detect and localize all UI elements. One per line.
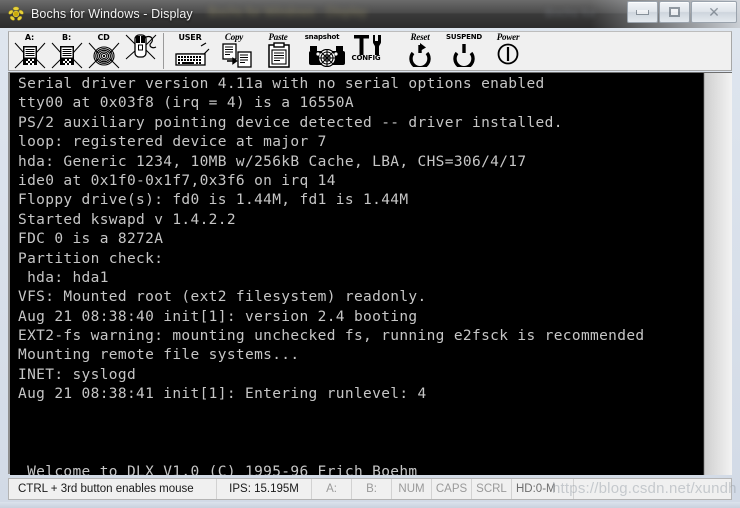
minimize-button[interactable] [627, 1, 658, 23]
maximize-icon [669, 7, 680, 17]
copy-button[interactable]: Copy [212, 32, 256, 70]
status-num-lock: NUM [392, 479, 432, 499]
terminal-line: ide0 at 0x1f0-0x1f7,0x3f6 on irq 14 [18, 172, 336, 189]
suspend-label: SUSPEND [446, 33, 482, 41]
cdrom-button[interactable]: CD [85, 32, 122, 70]
title-bar[interactable]: Bochs for Windows - Display Bochs for Bo… [0, 0, 740, 28]
title-ghost-blur: Bochs for Windows - Display [208, 5, 368, 19]
status-bar: CTRL + 3rd button enables mouse IPS: 15.… [8, 478, 732, 500]
terminal-line: INET: syslogd [18, 366, 137, 383]
terminal-line: loop: registered device at major 7 [18, 134, 327, 151]
terminal-line: Mounting remote file systems... [18, 347, 300, 364]
terminal-line: Aug 21 08:38:41 init[1]: Entering runlev… [18, 386, 427, 403]
camera-icon [305, 42, 345, 69]
window-title: Bochs for Windows - Display [31, 7, 193, 21]
paste-button[interactable]: Paste [256, 32, 300, 70]
config-button[interactable]: CONFIG [344, 32, 388, 70]
floppy-disk-icon [50, 42, 84, 69]
snapshot-button[interactable]: snapshot [300, 32, 345, 70]
cdrom-disc-icon [87, 42, 121, 69]
power-label: Power [496, 32, 520, 42]
bochs-logo-icon [8, 6, 24, 22]
vga-display-area[interactable]: Serial driver version 4.11a with no seri… [8, 72, 732, 475]
mouse-icon [124, 33, 158, 60]
status-filler [574, 479, 731, 499]
display-right-margin [660, 73, 732, 475]
terminal-line: hda: Generic 1234, 10MB w/256kB Cache, L… [18, 153, 527, 170]
floppy-b-label: B: [62, 33, 71, 42]
vga-screen[interactable]: Serial driver version 4.11a with no seri… [10, 73, 660, 475]
terminal-line: Started kswapd v 1.4.2.2 [18, 211, 236, 228]
floppy-a-label: A: [24, 33, 35, 42]
keyboard-icon [173, 42, 210, 69]
minimize-icon [636, 9, 649, 15]
terminal-line: tty00 at 0x03f8 (irq = 4) is a 16550A [18, 95, 354, 112]
suspend-button[interactable]: SUSPEND [442, 32, 486, 70]
terminal-line: Partition check: [18, 250, 164, 267]
power-button[interactable]: Power [486, 32, 530, 70]
status-harddisk: HD:0-M [512, 479, 574, 499]
floppy-disk-icon [13, 42, 47, 69]
suspend-power-icon [447, 42, 481, 69]
power-circle-icon [491, 42, 525, 69]
mouse-button[interactable] [122, 32, 159, 70]
user-button[interactable]: USER [168, 32, 212, 70]
status-ips: IPS: 15.195M [217, 479, 312, 499]
clipboard-paste-icon [261, 42, 295, 69]
reset-label: Reset [410, 32, 430, 42]
maximize-button[interactable] [659, 1, 690, 23]
terminal-line: PS/2 auxiliary pointing device detected … [18, 114, 563, 131]
user-label: USER [178, 33, 202, 42]
status-scroll-lock: SCRL [472, 479, 512, 499]
terminal-line: hda: hda1 [18, 269, 109, 286]
terminal-line: Welcome to DLX V1.0 (C) 1995-96 Erich Bo… [18, 463, 418, 475]
bochs-window: Bochs for Windows - Display Bochs for Bo… [0, 0, 740, 508]
copy-label: Copy [224, 32, 244, 42]
reset-arrow-icon [403, 42, 437, 69]
status-floppy-a[interactable]: A: [312, 479, 352, 499]
snapshot-label: snapshot [304, 33, 340, 41]
title-ghost-blur-2: Bochs for [545, 6, 596, 20]
terminal-line: EXT2-fs warning: mounting unchecked fs, … [18, 328, 645, 345]
close-icon: ✕ [708, 3, 720, 20]
floppy-b-button[interactable]: B: [48, 32, 85, 70]
window-controls: ✕ [626, 1, 737, 23]
copy-icon [217, 42, 252, 69]
window-bottom-frame [0, 502, 740, 508]
close-button[interactable]: ✕ [691, 1, 737, 23]
title-bar-left: Bochs for Windows - Display [8, 0, 193, 28]
terminal-line: Aug 21 08:38:40 init[1]: version 2.4 boo… [18, 308, 418, 325]
reset-button[interactable]: Reset [398, 32, 442, 70]
status-floppy-b[interactable]: B: [352, 479, 392, 499]
cdrom-label: CD [97, 33, 110, 42]
toolbar-separator [163, 33, 164, 69]
status-caps-lock: CAPS [432, 479, 472, 499]
terminal-line: VFS: Mounted root (ext2 filesystem) read… [18, 289, 427, 306]
hammer-wrench-icon [349, 34, 383, 55]
terminal-line: Serial driver version 4.11a with no seri… [18, 76, 545, 92]
terminal-line: FDC 0 is a 8272A [18, 231, 164, 248]
terminal-line: Floppy drive(s): fd0 is 1.44M, fd1 is 1.… [18, 192, 409, 209]
toolbar: A: B: CD USER Copy Paste snapshot CONFIG… [8, 31, 732, 71]
paste-label: Paste [268, 32, 288, 42]
terminal-output: Serial driver version 4.11a with no seri… [18, 75, 658, 475]
status-message: CTRL + 3rd button enables mouse [9, 479, 217, 499]
floppy-a-button[interactable]: A: [11, 32, 48, 70]
